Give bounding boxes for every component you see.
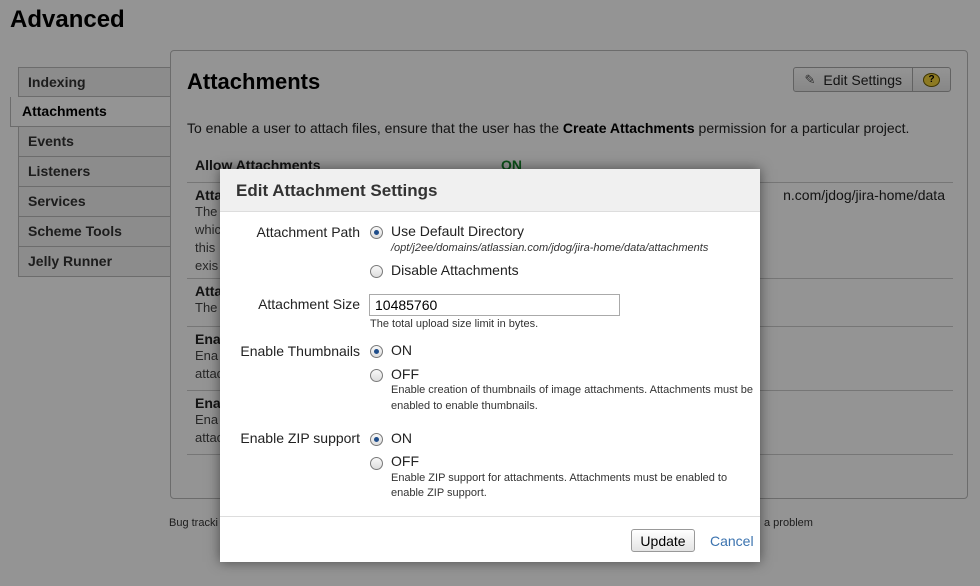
thumbnails-off-radio[interactable] [370, 369, 383, 382]
thumbnails-hint-line2: enabled to enable thumbnails. [391, 400, 538, 412]
zip-off-radio[interactable] [370, 457, 383, 470]
use-default-directory-label[interactable]: Use Default Directory [391, 223, 524, 239]
zip-hint-line1: Enable ZIP support for attachments. Atta… [391, 472, 728, 484]
use-default-directory-radio[interactable] [370, 226, 383, 239]
thumbnails-hint-line1: Enable creation of thumbnails of image a… [391, 384, 753, 396]
dialog-footer: Update Cancel [220, 516, 760, 562]
zip-on-label[interactable]: ON [391, 430, 412, 446]
attachment-path-label: Attachment Path [256, 224, 360, 240]
attachment-size-input[interactable] [369, 294, 620, 316]
zip-off-label[interactable]: OFF [391, 453, 419, 469]
attachment-size-hint: The total upload size limit in bytes. [370, 318, 539, 330]
enable-thumbnails-label: Enable Thumbnails [240, 343, 360, 359]
update-button[interactable]: Update [631, 529, 695, 552]
zip-on-radio[interactable] [370, 433, 383, 446]
thumbnails-on-label[interactable]: ON [391, 342, 412, 358]
attachment-size-label: Attachment Size [258, 296, 360, 312]
edit-attachment-settings-dialog: Edit Attachment Settings Attachment Path… [220, 169, 760, 562]
cancel-link[interactable]: Cancel [710, 533, 754, 549]
thumbnails-off-label[interactable]: OFF [391, 366, 419, 382]
enable-zip-label: Enable ZIP support [240, 430, 360, 446]
thumbnails-on-radio[interactable] [370, 345, 383, 358]
disable-attachments-label[interactable]: Disable Attachments [391, 262, 519, 278]
zip-hint-line2: enable ZIP support. [391, 487, 487, 499]
default-directory-path: /opt/j2ee/domains/atlassian.com/jdog/jir… [391, 242, 709, 254]
dialog-title: Edit Attachment Settings [220, 169, 760, 212]
disable-attachments-radio[interactable] [370, 265, 383, 278]
